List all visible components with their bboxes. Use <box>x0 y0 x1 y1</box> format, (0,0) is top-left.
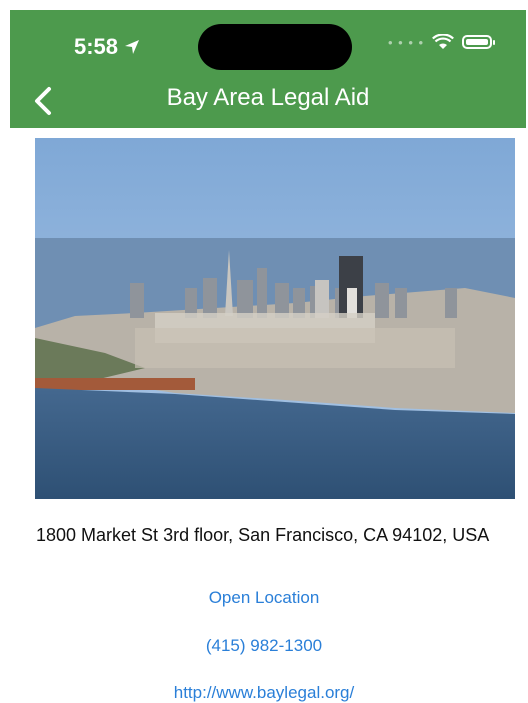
website-link[interactable]: http://www.baylegal.org/ <box>0 683 528 703</box>
skyline-illustration <box>35 138 515 499</box>
location-photo <box>35 138 515 499</box>
phone-link[interactable]: (415) 982-1300 <box>0 636 528 656</box>
status-time: 5:58 <box>74 34 140 60</box>
battery-icon <box>462 35 496 49</box>
signal-dots: • • • • <box>388 34 425 50</box>
nav-header: 5:58 • • • • Bay Area Legal Aid <box>10 10 526 128</box>
location-arrow-icon <box>125 40 140 54</box>
time-label: 5:58 <box>74 34 119 59</box>
open-location-link[interactable]: Open Location <box>0 588 528 608</box>
address-text: 1800 Market St 3rd floor, San Francisco,… <box>36 525 490 545</box>
status-icons: • • • • <box>388 34 496 50</box>
dynamic-island <box>198 24 352 70</box>
page-title: Bay Area Legal Aid <box>166 84 370 111</box>
wifi-icon <box>432 34 454 49</box>
